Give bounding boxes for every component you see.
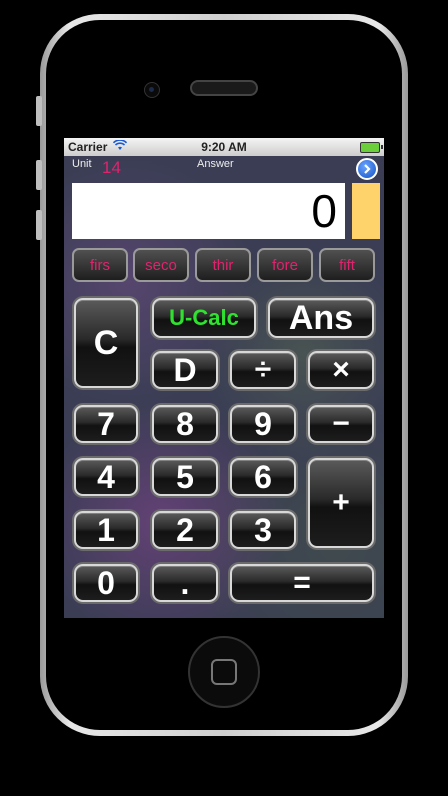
nine-button[interactable]: 9 — [230, 405, 296, 443]
earpiece-speaker — [190, 80, 258, 96]
minus-button[interactable]: − — [308, 405, 374, 443]
six-button[interactable]: 6 — [230, 458, 296, 496]
clear-button[interactable]: C — [74, 298, 138, 388]
header-bar: Unit 14 Answer — [64, 156, 384, 182]
mute-switch — [36, 96, 42, 126]
five-button[interactable]: 5 — [152, 458, 218, 496]
battery-icon — [360, 142, 383, 153]
zero-button[interactable]: 0 — [74, 564, 138, 602]
plus-button[interactable]: + — [308, 458, 374, 548]
unit-button-second[interactable]: seco — [133, 248, 189, 282]
d-button[interactable]: D — [152, 351, 218, 389]
equals-button[interactable]: = — [230, 564, 374, 602]
four-button[interactable]: 4 — [74, 458, 138, 496]
volume-up-button — [36, 160, 42, 190]
decimal-button[interactable]: . — [152, 564, 218, 602]
result-display: 0 — [72, 183, 345, 239]
two-button[interactable]: 2 — [152, 511, 218, 549]
seven-button[interactable]: 7 — [74, 405, 138, 443]
multiply-button[interactable]: × — [308, 351, 374, 389]
unit-button-third[interactable]: thir — [195, 248, 251, 282]
unit-button-first[interactable]: firs — [72, 248, 128, 282]
answer-button[interactable]: Ans — [268, 298, 374, 338]
three-button[interactable]: 3 — [230, 511, 296, 549]
divide-button[interactable]: ÷ — [230, 351, 296, 389]
volume-down-button — [36, 210, 42, 240]
one-button[interactable]: 1 — [74, 511, 138, 549]
memory-indicator — [352, 183, 380, 239]
clock: 9:20 AM — [201, 140, 247, 154]
answer-label: Answer — [197, 158, 234, 170]
chevron-right-icon[interactable] — [356, 158, 378, 180]
unit-button-row: firs seco thir fore fift — [72, 248, 378, 284]
unit-button-fourth[interactable]: fore — [257, 248, 313, 282]
home-button[interactable] — [188, 636, 260, 708]
status-bar: Carrier 9:20 AM — [64, 138, 384, 156]
front-camera — [144, 82, 160, 98]
unit-label: Unit — [72, 158, 92, 170]
eight-button[interactable]: 8 — [152, 405, 218, 443]
app-screen: Carrier 9:20 AM Unit 14 Answer 0 firs se… — [64, 138, 384, 618]
ucalc-button[interactable]: U-Calc — [152, 298, 256, 338]
unit-value: 14 — [102, 158, 121, 177]
home-square-icon — [211, 659, 237, 685]
unit-button-fifth[interactable]: fift — [319, 248, 375, 282]
